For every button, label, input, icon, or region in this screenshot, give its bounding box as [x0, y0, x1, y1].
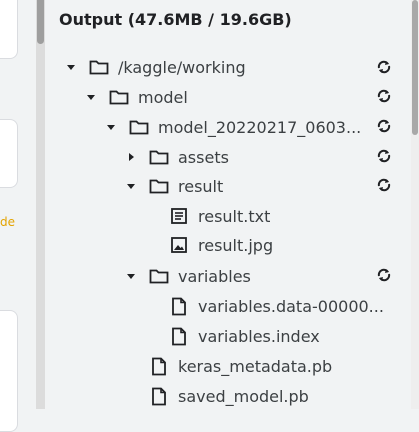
tree-item-label: result.txt	[198, 206, 271, 226]
tree-item-result[interactable]: result	[123, 172, 373, 200]
tree-item-label: result	[178, 176, 224, 196]
tree-item-model[interactable]: model	[83, 83, 383, 111]
tree-item-label: variables.index	[198, 326, 320, 346]
folder-icon	[129, 117, 149, 137]
tree-item-kaggle-working[interactable]: /kaggle/working	[63, 53, 383, 81]
sync-icon[interactable]	[375, 58, 393, 76]
folder-icon	[89, 57, 109, 77]
image-file-icon	[169, 235, 189, 255]
file-icon	[149, 386, 169, 406]
tree-item-model-timestamp[interactable]: model_20220217_0603...	[103, 113, 373, 141]
caret-down-icon[interactable]	[125, 270, 137, 282]
tree-item-variables-data[interactable]: variables.data-00000...	[169, 292, 394, 320]
folder-icon	[149, 147, 169, 167]
file-icon	[169, 326, 189, 346]
folder-icon	[109, 87, 129, 107]
tree-item-keras-metadata[interactable]: keras_metadata.pb	[149, 352, 389, 380]
left-page-strip: de	[0, 0, 26, 432]
tree-item-label: model_20220217_0603...	[158, 117, 362, 137]
folder-icon	[149, 176, 169, 196]
tree-item-saved-model[interactable]: saved_model.pb	[149, 382, 389, 410]
tree-item-variables-index[interactable]: variables.index	[169, 322, 394, 350]
tree-item-assets[interactable]: assets	[123, 143, 373, 171]
file-icon	[169, 296, 189, 316]
tree-item-label: keras_metadata.pb	[178, 356, 333, 376]
output-title: Output (47.6MB / 19.6GB)	[59, 10, 292, 29]
sync-icon[interactable]	[375, 176, 393, 194]
left-card	[0, 310, 18, 432]
scrollbar-thumb[interactable]	[412, 0, 418, 135]
caret-down-icon[interactable]	[85, 91, 97, 103]
text-file-icon	[169, 206, 189, 226]
caret-down-icon[interactable]	[105, 121, 117, 133]
caret-down-icon[interactable]	[65, 61, 77, 73]
caret-down-icon[interactable]	[125, 180, 137, 192]
tree-item-result-jpg[interactable]: result.jpg	[169, 231, 369, 259]
sync-icon[interactable]	[375, 147, 393, 165]
folder-icon	[149, 266, 169, 286]
tree-item-label: assets	[178, 147, 229, 167]
output-panel: Output (47.6MB / 19.6GB) /kaggle/working…	[45, 0, 411, 409]
pane-scrollbar-right[interactable]	[411, 0, 419, 409]
cut-off-link-text[interactable]: de	[0, 215, 15, 229]
tree-item-label: /kaggle/working	[118, 57, 246, 77]
tree-item-label: saved_model.pb	[178, 386, 309, 406]
sync-icon[interactable]	[375, 266, 393, 284]
tree-item-variables[interactable]: variables	[123, 262, 373, 290]
tree-item-label: result.jpg	[198, 235, 274, 255]
pane-scrollbar-left[interactable]	[36, 0, 45, 409]
scrollbar-thumb[interactable]	[37, 0, 44, 44]
left-card	[0, 119, 18, 188]
caret-right-icon[interactable]	[125, 151, 137, 163]
tree-item-result-txt[interactable]: result.txt	[169, 202, 369, 230]
tree-item-label: model	[138, 87, 188, 107]
sync-icon[interactable]	[375, 117, 393, 135]
file-icon	[149, 356, 169, 376]
left-card	[0, 0, 18, 59]
tree-item-label: variables	[178, 266, 251, 286]
tree-item-label: variables.data-00000...	[198, 296, 384, 316]
sync-icon[interactable]	[375, 87, 393, 105]
